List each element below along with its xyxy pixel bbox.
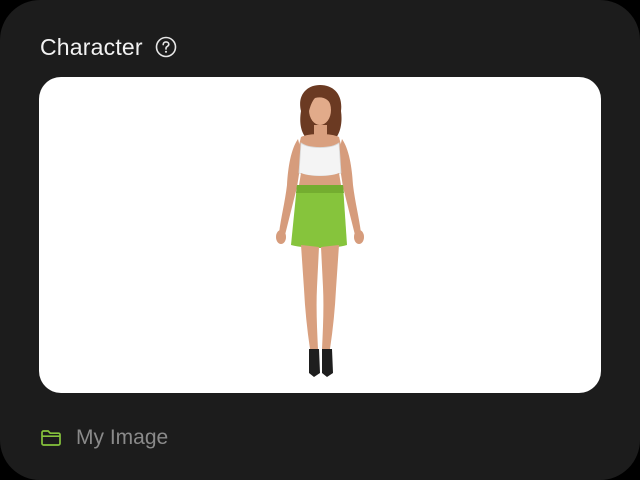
my-image-label: My Image <box>76 426 169 449</box>
character-image-preview[interactable] <box>39 77 601 393</box>
panel-title: Character <box>40 33 143 60</box>
character-panel: Character My Image <box>0 0 640 480</box>
question-circle-icon[interactable] <box>155 36 177 58</box>
panel-header: Character <box>40 30 177 64</box>
folder-icon <box>40 428 62 448</box>
character-image <box>276 85 364 377</box>
my-image-button[interactable]: My Image <box>40 424 168 452</box>
